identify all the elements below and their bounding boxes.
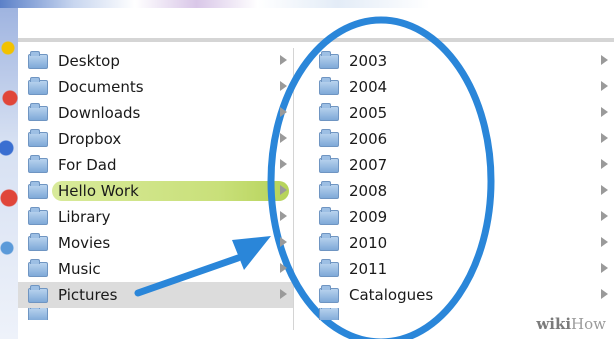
finder-column-pictures: 2003 2004 2005 2006 2007 2008 2009 2010 …	[309, 48, 614, 330]
finder-column-view: Desktop Documents Downloads Dropbox For …	[18, 38, 614, 330]
folder-label: For Dad	[58, 156, 117, 174]
disclosure-arrow-icon	[280, 211, 287, 221]
folder-icon	[28, 308, 48, 320]
folder-label: Library	[58, 208, 111, 226]
folder-icon	[319, 128, 339, 147]
disclosure-arrow-icon	[601, 159, 608, 169]
disclosure-arrow-icon	[280, 237, 287, 247]
folder-icon	[319, 284, 339, 303]
disclosure-arrow-icon	[601, 55, 608, 65]
disclosure-arrow-icon	[280, 289, 287, 299]
disclosure-arrow-icon	[280, 185, 287, 195]
folder-label: 2011	[349, 260, 388, 278]
folder-icon	[28, 50, 48, 69]
folder-icon	[28, 284, 48, 303]
disclosure-arrow-icon	[601, 133, 608, 143]
folder-label: 2007	[349, 156, 388, 174]
folder-row-dropbox[interactable]: Dropbox	[18, 126, 293, 152]
folder-row-catalogues[interactable]: Catalogues	[309, 282, 614, 308]
folder-icon	[319, 232, 339, 251]
folder-label: 2010	[349, 234, 388, 252]
folder-row-hello-work[interactable]: Hello Work	[18, 178, 293, 204]
toolbar-band	[18, 8, 614, 38]
folder-label: Catalogues	[349, 286, 434, 304]
folder-icon	[28, 232, 48, 251]
disclosure-arrow-icon	[601, 81, 608, 91]
folder-row-library[interactable]: Library	[18, 204, 293, 230]
wikihow-watermark: wikiHow	[536, 315, 606, 333]
folder-label: 2009	[349, 208, 388, 226]
folder-label: 2008	[349, 182, 388, 200]
folder-label: Downloads	[58, 104, 141, 122]
folder-label: 2006	[349, 130, 388, 148]
folder-row-pictures[interactable]: Pictures	[18, 282, 293, 308]
background-decoration-left	[0, 8, 18, 339]
folder-row-2010[interactable]: 2010	[309, 230, 614, 256]
folder-row-partial	[18, 308, 293, 320]
disclosure-arrow-icon	[601, 237, 608, 247]
folder-row-2009[interactable]: 2009	[309, 204, 614, 230]
disclosure-arrow-icon	[601, 289, 608, 299]
folder-row-2011[interactable]: 2011	[309, 256, 614, 282]
folder-icon	[28, 102, 48, 121]
folder-icon	[319, 180, 339, 199]
folder-row-movies[interactable]: Movies	[18, 230, 293, 256]
folder-icon	[319, 102, 339, 121]
folder-label: Dropbox	[58, 130, 122, 148]
background-decoration-top	[0, 0, 614, 8]
folder-row-2005[interactable]: 2005	[309, 100, 614, 126]
disclosure-arrow-icon	[280, 107, 287, 117]
folder-row-documents[interactable]: Documents	[18, 74, 293, 100]
folder-icon	[319, 308, 339, 320]
folder-label: Documents	[58, 78, 144, 96]
disclosure-arrow-icon	[601, 107, 608, 117]
disclosure-arrow-icon	[601, 263, 608, 273]
disclosure-arrow-icon	[280, 81, 287, 91]
disclosure-arrow-icon	[280, 133, 287, 143]
folder-row-downloads[interactable]: Downloads	[18, 100, 293, 126]
finder-column-home: Desktop Documents Downloads Dropbox For …	[18, 48, 294, 330]
folder-row-2004[interactable]: 2004	[309, 74, 614, 100]
disclosure-arrow-icon	[601, 211, 608, 221]
folder-row-2006[interactable]: 2006	[309, 126, 614, 152]
folder-row-for-dad[interactable]: For Dad	[18, 152, 293, 178]
folder-icon	[28, 258, 48, 277]
folder-icon	[319, 206, 339, 225]
folder-label: Music	[58, 260, 101, 278]
folder-row-2003[interactable]: 2003	[309, 48, 614, 74]
folder-label: 2005	[349, 104, 388, 122]
disclosure-arrow-icon	[280, 263, 287, 273]
folder-label: Hello Work	[58, 182, 139, 200]
folder-icon	[28, 154, 48, 173]
folder-label: Pictures	[58, 286, 118, 304]
watermark-how: How	[571, 315, 606, 333]
folder-icon	[28, 206, 48, 225]
folder-label: Movies	[58, 234, 111, 252]
watermark-wiki: wiki	[536, 315, 572, 333]
folder-icon	[319, 154, 339, 173]
folder-icon	[319, 258, 339, 277]
folder-row-2008[interactable]: 2008	[309, 178, 614, 204]
folder-label: 2004	[349, 78, 388, 96]
folder-label: 2003	[349, 52, 388, 70]
disclosure-arrow-icon	[280, 159, 287, 169]
disclosure-arrow-icon	[280, 55, 287, 65]
folder-icon	[28, 76, 48, 95]
folder-row-2007[interactable]: 2007	[309, 152, 614, 178]
disclosure-arrow-icon	[601, 185, 608, 195]
folder-icon	[319, 50, 339, 69]
folder-label: Desktop	[58, 52, 120, 70]
folder-icon	[28, 128, 48, 147]
folder-icon	[28, 180, 48, 199]
folder-icon	[319, 76, 339, 95]
folder-row-music[interactable]: Music	[18, 256, 293, 282]
folder-row-desktop[interactable]: Desktop	[18, 48, 293, 74]
